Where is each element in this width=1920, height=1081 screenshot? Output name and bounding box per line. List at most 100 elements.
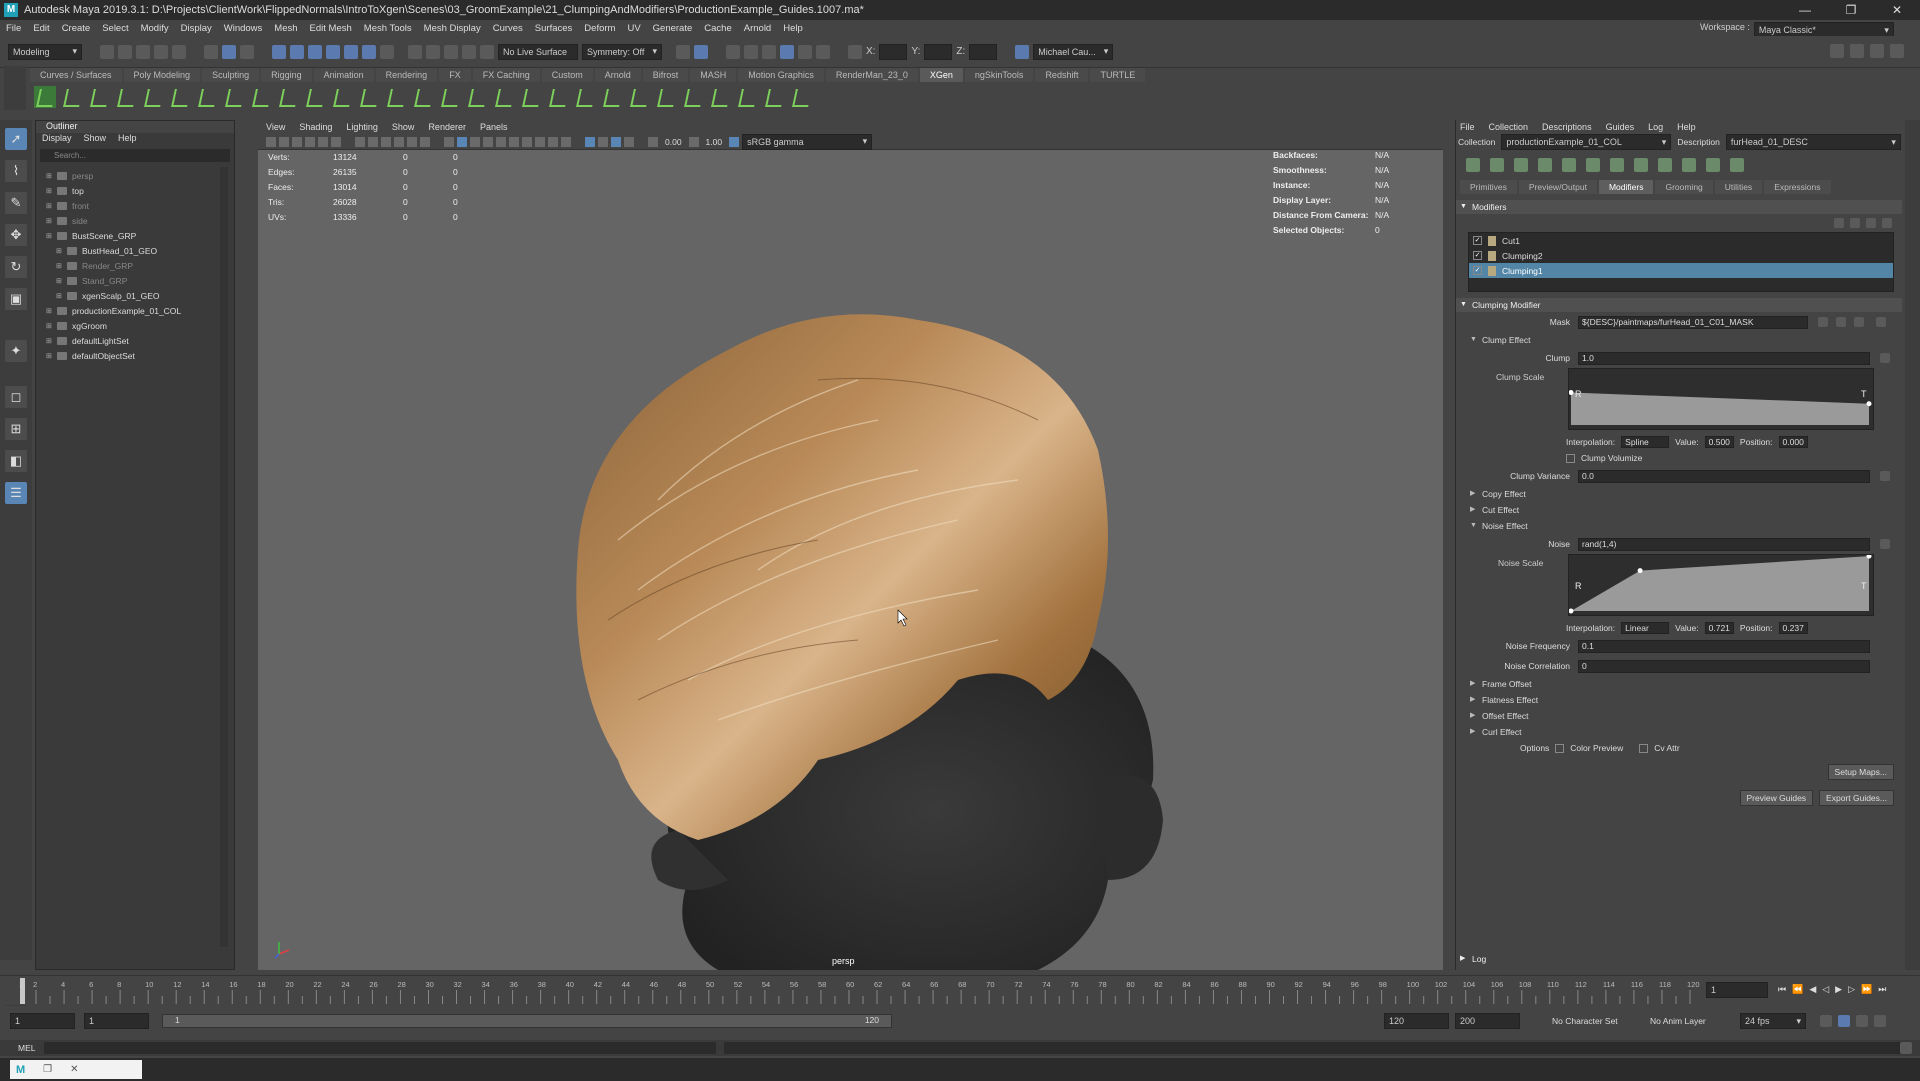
hypershade-icon[interactable] [480, 44, 494, 59]
expand-icon[interactable]: ⊞ [46, 322, 54, 330]
menu-item[interactable]: Display [181, 23, 212, 34]
outliner-item[interactable]: ⊞ xgenScalp_01_GEO [36, 288, 234, 303]
go-to-end-icon[interactable]: ⏭ [1878, 984, 1886, 995]
time-slider[interactable]: 1246810121416182022242628303234363840424… [0, 975, 1920, 1005]
expression-icon[interactable] [1876, 317, 1886, 327]
current-frame-field[interactable]: 1 [1706, 982, 1768, 998]
shelf-tab[interactable]: Custom [541, 68, 593, 82]
menu-item[interactable]: Select [102, 23, 128, 34]
xgen-tool-icon[interactable] [682, 86, 704, 108]
cv-attr-checkbox[interactable] [1639, 743, 1649, 753]
menu-item[interactable]: Mesh Tools [364, 23, 412, 34]
expand-icon[interactable]: ⊞ [56, 277, 64, 285]
render-pause-icon[interactable] [816, 44, 830, 59]
snap-grid-icon[interactable] [272, 44, 286, 59]
snap-view-icon[interactable] [362, 44, 376, 59]
new-scene-icon[interactable] [100, 44, 114, 59]
outliner-menu-item[interactable]: Help [118, 133, 137, 147]
outliner-scrollbar[interactable] [220, 167, 228, 947]
snap-surface-icon[interactable] [344, 44, 358, 59]
expand-icon[interactable]: ⊞ [56, 262, 64, 270]
xgen-tab[interactable]: Modifiers [1598, 180, 1654, 194]
menu-item[interactable]: Surfaces [535, 23, 573, 34]
shelf-tab[interactable]: TURTLE [1090, 68, 1146, 82]
outliner-item[interactable]: ⊞ BustHead_01_GEO [36, 243, 234, 258]
viewport-menu-item[interactable]: Shading [299, 122, 332, 132]
menu-item[interactable]: Generate [653, 23, 693, 34]
select-tool-icon[interactable]: ➚ [5, 128, 27, 150]
save-scene-icon[interactable] [136, 44, 150, 59]
shelf-tab[interactable]: Rigging [261, 68, 312, 82]
resolution-gate-icon[interactable] [381, 136, 391, 147]
z-field[interactable] [969, 43, 998, 60]
undo-icon[interactable] [154, 44, 168, 59]
x-field[interactable] [879, 43, 908, 60]
curl-effect-header[interactable]: Curl Effect [1456, 724, 1902, 740]
interpolation-dropdown[interactable]: Spline [1621, 436, 1670, 448]
xgen-tool-icon[interactable] [277, 86, 299, 108]
xgen-menu-item[interactable]: Collection [1489, 122, 1529, 132]
step-back-key-icon[interactable]: ⏪ [1792, 984, 1803, 995]
shelf-tab[interactable]: FX Caching [472, 68, 540, 82]
safe-action-icon[interactable] [420, 136, 430, 147]
scene-end-field[interactable]: 200 [1455, 1013, 1520, 1029]
guide-to-curve-icon[interactable] [1730, 158, 1744, 172]
interpolation-dropdown[interactable]: Linear [1621, 622, 1670, 634]
shelf-tab[interactable]: MASH [690, 68, 737, 82]
xgen-tab[interactable]: Preview/Output [1518, 180, 1597, 194]
outliner-item[interactable]: ⊞ front [36, 198, 234, 213]
xgen-tool-icon[interactable] [709, 86, 731, 108]
xgen-tool-icon[interactable] [61, 86, 83, 108]
xgen-tool-icon[interactable] [520, 86, 542, 108]
modifier-checkbox[interactable]: ✓ [1473, 266, 1482, 275]
modifier-item[interactable]: ✓ Cut1 [1469, 233, 1893, 248]
modifier-checkbox[interactable]: ✓ [1473, 236, 1482, 245]
shelf-tab[interactable]: FX [439, 68, 471, 82]
camera-icon[interactable] [676, 44, 690, 59]
outliner-search-input[interactable]: Search... [40, 149, 230, 162]
gamma-value[interactable]: 1.00 [706, 137, 723, 147]
select-camera-icon[interactable] [266, 136, 276, 147]
add-modifier-icon[interactable] [1866, 218, 1876, 228]
position-field[interactable]: 0.237 [1778, 622, 1808, 634]
xgen-tool-icon[interactable] [439, 86, 461, 108]
expand-icon[interactable]: ⊞ [46, 232, 54, 240]
viewport-menu-item[interactable]: Show [392, 122, 415, 132]
grease-pencil-icon[interactable] [331, 136, 341, 147]
close-button[interactable]: ✕ [1874, 0, 1920, 20]
image-plane-icon[interactable] [305, 136, 315, 147]
xgen-tab[interactable]: Utilities [1714, 180, 1763, 194]
expand-icon[interactable]: ⊞ [56, 292, 64, 300]
go-to-start-icon[interactable]: ⏮ [1778, 984, 1786, 995]
offset-effect-header[interactable]: Offset Effect [1456, 708, 1902, 724]
modifier-checkbox[interactable]: ✓ [1473, 251, 1482, 260]
sculpt-guide-icon[interactable] [1586, 158, 1600, 172]
xray-components-icon[interactable] [624, 136, 634, 147]
audio-icon[interactable] [1874, 1015, 1886, 1027]
xgen-tool-icon[interactable] [88, 86, 110, 108]
modifiers-section-header[interactable]: Modifiers [1456, 200, 1902, 214]
select-guide-icon[interactable] [1538, 158, 1552, 172]
lights-icon[interactable] [496, 136, 506, 147]
menu-item[interactable]: Deform [584, 23, 615, 34]
shelf-tab[interactable]: Animation [313, 68, 374, 82]
bend-guide-icon[interactable] [1682, 158, 1696, 172]
clump-effect-header[interactable]: Clump Effect [1456, 332, 1902, 348]
wireframe-on-shaded-icon[interactable] [470, 136, 480, 147]
shelf-tab[interactable]: Redshift [1035, 68, 1089, 82]
motion-blur-icon[interactable] [535, 136, 545, 147]
expand-icon[interactable]: ⊞ [46, 307, 54, 315]
cut-effect-header[interactable]: Cut Effect [1456, 502, 1902, 518]
mel-input[interactable] [44, 1042, 716, 1054]
xgen-tool-icon[interactable] [196, 86, 218, 108]
position-field[interactable]: 0.000 [1778, 436, 1808, 448]
xgen-tab[interactable]: Expressions [1764, 180, 1831, 194]
outliner-item[interactable]: ⊞ defaultLightSet [36, 333, 234, 348]
menu-item[interactable]: Edit Mesh [310, 23, 352, 34]
fps-dropdown[interactable]: 24 fps ▾ [1740, 1013, 1806, 1029]
create-collection-icon[interactable] [1490, 158, 1504, 172]
snap-plane-icon[interactable] [326, 44, 340, 59]
render-frame-icon[interactable] [744, 44, 758, 59]
folder-icon[interactable] [1854, 317, 1864, 327]
viewport-menu-item[interactable]: View [266, 122, 285, 132]
